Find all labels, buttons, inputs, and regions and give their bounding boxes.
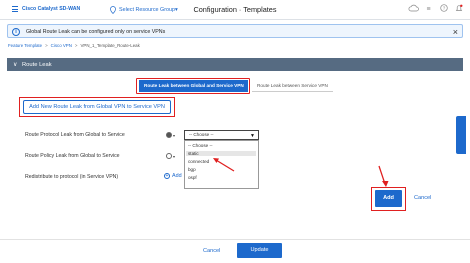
footer-divider <box>0 239 470 240</box>
chevron-down-icon: ▾ <box>173 153 176 159</box>
dropdown-option[interactable]: -- Choose -- <box>188 143 213 148</box>
banner-message: Global Route Leak can be configured only… <box>26 29 166 35</box>
breadcrumb-separator: > <box>74 43 78 48</box>
redistribute-label: Redistribute to protocol (in Service VPN… <box>25 174 119 180</box>
footer-cancel-button[interactable]: Cancel <box>203 248 220 254</box>
breadcrumb-current: VPN_1_Template_Route-Leak <box>80 43 140 48</box>
top-right-icons: ≡ ? <box>408 4 464 15</box>
update-button[interactable]: Update <box>237 243 282 258</box>
check-circle-icon <box>166 153 172 159</box>
route-leak-tabs: Route Leak between Global and Service VP… <box>137 78 333 93</box>
add-new-route-leak-button[interactable]: Add New Route Leak from Global VPN to Se… <box>23 100 171 114</box>
add-redistribute-label: Add <box>172 173 182 179</box>
plus-circle-icon: + <box>164 173 170 179</box>
policy-scope-selector[interactable]: ▾ <box>166 151 181 161</box>
select-arrow-icon: ▼ <box>250 133 255 139</box>
top-navigation-bar: Cisco Catalyst SD-WAN Select Resource Gr… <box>0 0 470 20</box>
add-redistribute-button[interactable]: + Add <box>164 173 182 179</box>
globe-icon <box>166 132 172 138</box>
help-icon[interactable]: ? <box>438 4 449 15</box>
route-leak-section-header[interactable]: ∨ Route Leak <box>7 58 463 71</box>
select-value: -- Choose -- <box>189 132 214 137</box>
breadcrumb-feature-template[interactable]: Feature Template <box>8 43 42 48</box>
route-policy-leak-label: Route Policy Leak from Global to Service <box>25 153 120 159</box>
route-protocol-leak-label: Route Protocol Leak from Global to Servi… <box>25 132 125 138</box>
cancel-button[interactable]: Cancel <box>414 195 431 201</box>
feedback-label: Feedback <box>451 123 457 144</box>
breadcrumb-cisco-vpn[interactable]: Cisco VPN <box>51 43 72 48</box>
info-banner: i Global Route Leak can be configured on… <box>7 24 463 38</box>
route-protocol-select[interactable]: -- Choose -- ▼ <box>184 130 259 140</box>
breadcrumb-separator: > <box>45 43 48 48</box>
info-icon: i <box>12 27 20 36</box>
page-title: Configuration · Templates <box>193 5 277 14</box>
protocol-dropdown-list: -- Choose -- static connected bgp ospf <box>184 140 259 189</box>
dropdown-option[interactable]: bgp <box>188 167 196 172</box>
cloud-icon[interactable] <box>408 4 419 15</box>
dropdown-option[interactable]: ospf <box>188 175 197 180</box>
chevron-down-icon: ▾ <box>173 132 176 138</box>
tab-global-and-service-vpn[interactable]: Route Leak between Global and Service VP… <box>139 80 248 92</box>
tab-between-service-vpn[interactable]: Route Leak between Service VPN <box>252 80 333 92</box>
svg-text:?: ? <box>442 6 445 11</box>
add-button[interactable]: Add <box>375 190 402 207</box>
dropdown-option[interactable]: connected <box>188 159 209 164</box>
bell-icon[interactable] <box>453 4 464 15</box>
chevron-down-icon[interactable]: ∨ <box>13 62 17 68</box>
dropdown-option-selected[interactable]: static <box>186 151 256 156</box>
global-scope-selector[interactable]: ▾ <box>166 130 181 140</box>
section-title: Route Leak <box>22 61 52 68</box>
menu-icon[interactable]: ≡ <box>423 4 434 15</box>
breadcrumb: Feature Template > Cisco VPN > VPN_1_Tem… <box>8 43 140 48</box>
close-icon[interactable]: × <box>453 27 458 37</box>
feedback-tab[interactable]: Feedback <box>451 116 466 154</box>
